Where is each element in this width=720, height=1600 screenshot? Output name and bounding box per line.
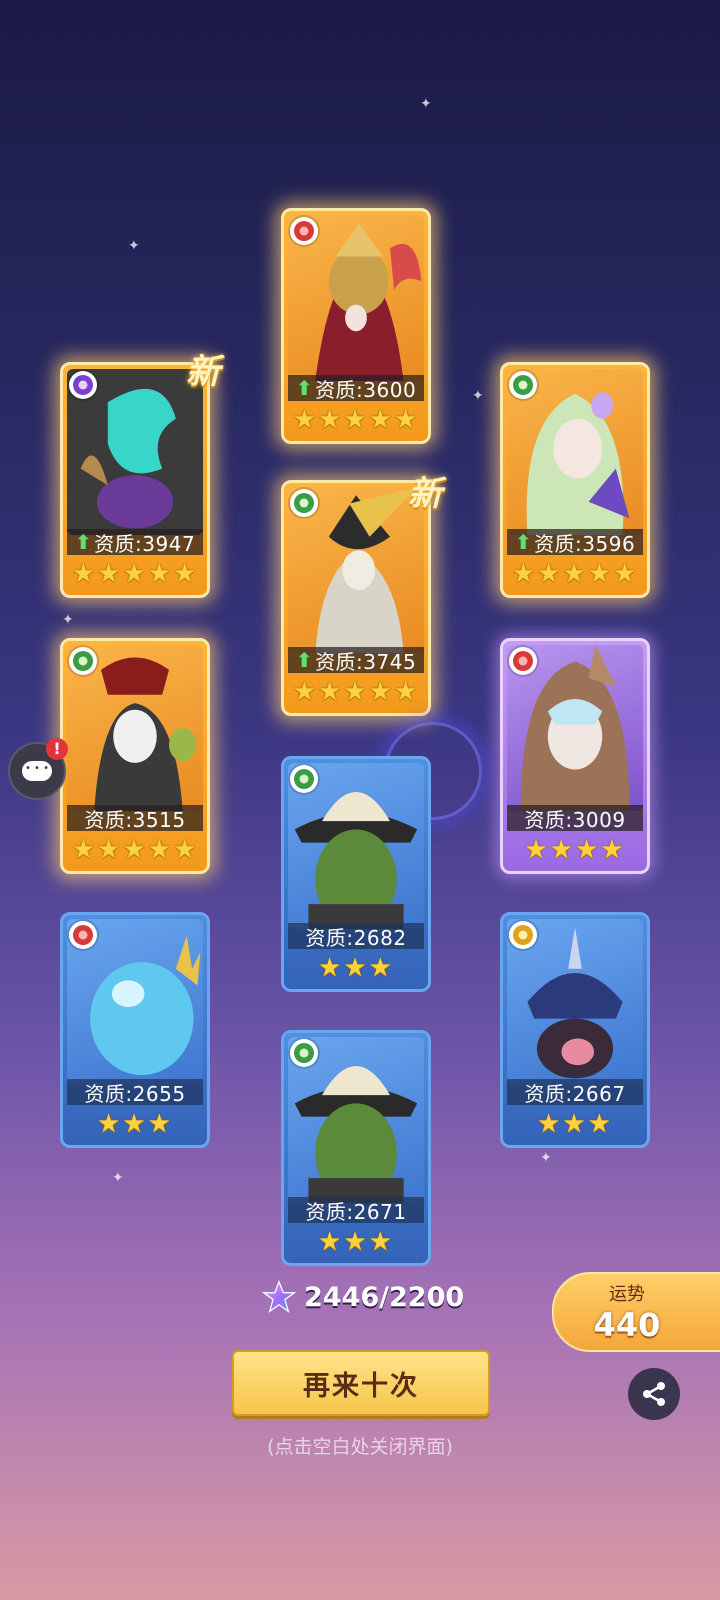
new-tag: 新	[408, 474, 442, 514]
upgrade-arrow-icon: ⬆	[514, 530, 533, 554]
sparkle-icon: ✦	[62, 612, 74, 628]
star-rating: ★★★★★	[71, 559, 199, 589]
fortune-panel[interactable]: 运势 440	[552, 1272, 720, 1352]
sparkle-icon: ✦	[472, 388, 484, 404]
fire-element-icon	[290, 217, 318, 245]
quality-label: 资质:3515	[67, 805, 203, 832]
nature-element-icon	[290, 489, 318, 517]
star-rating: ★★★	[318, 1227, 394, 1257]
hero-card-10[interactable]: 资质:2671 ★★★	[281, 1030, 431, 1266]
star-rating: ★★★	[537, 1109, 613, 1139]
sparkle-icon: ✦	[420, 96, 432, 112]
star-rating: ★★★	[318, 953, 394, 983]
quality-label: 资质:2671	[288, 1197, 424, 1224]
quality-label: ⬆ 资质:3947	[67, 529, 203, 556]
star-rating: ★★★★★	[292, 677, 420, 707]
sparkle-icon: ✦	[540, 1150, 552, 1166]
star-rating: ★★★★	[524, 835, 626, 865]
fire-element-icon	[69, 921, 97, 949]
upgrade-arrow-icon: ⬆	[74, 530, 93, 554]
new-tag: 新	[186, 352, 220, 392]
quality-label: 资质:2655	[67, 1079, 203, 1106]
hero-card-1[interactable]: ⬆ 资质:3600 ★★★★★	[281, 208, 431, 444]
star-rating: ★★★★★	[511, 559, 639, 589]
share-button[interactable]	[628, 1368, 680, 1420]
quality-label: 资质:2667	[507, 1079, 643, 1106]
fire-element-icon	[509, 647, 537, 675]
summon-ten-again-button[interactable]: 再来十次	[232, 1350, 490, 1416]
hero-card-6[interactable]: 资质:3009 ★★★★	[500, 638, 650, 874]
quality-label: ⬆ 资质:3745	[288, 647, 424, 674]
purple-star-gem-icon	[262, 1280, 296, 1314]
hero-card-4[interactable]: ⬆ 资质:3596 ★★★★★	[500, 362, 650, 598]
quality-label: ⬆ 资质:3596	[507, 529, 643, 556]
share-icon	[643, 1382, 665, 1406]
star-rating: ★★★★★	[292, 405, 420, 435]
upgrade-arrow-icon: ⬆	[295, 376, 314, 400]
star-rating: ★★★★★	[71, 835, 199, 865]
hero-card-7[interactable]: 资质:2682 ★★★	[281, 756, 431, 992]
hero-card-8[interactable]: 资质:2655 ★★★	[60, 912, 210, 1148]
fortune-label: 运势	[609, 1284, 645, 1305]
sparkle-icon: ✦	[112, 1170, 124, 1186]
quality-label: 资质:3009	[507, 805, 643, 832]
nature-element-icon	[290, 765, 318, 793]
chat-button[interactable]: !	[8, 738, 68, 800]
nature-element-icon	[509, 371, 537, 399]
void-element-icon	[69, 371, 97, 399]
nature-element-icon	[290, 1039, 318, 1067]
quality-label: ⬆ 资质:3600	[288, 375, 424, 402]
summon-cost: 2446/2200	[262, 1280, 464, 1314]
hero-card-2[interactable]: ⬆ 资质:3947 ★★★★★	[60, 362, 210, 598]
quality-label: 资质:2682	[288, 923, 424, 950]
hero-card-5[interactable]: 资质:3515 ★★★★★	[60, 638, 210, 874]
notification-badge: !	[46, 738, 68, 760]
nature-element-icon	[69, 647, 97, 675]
hero-card-3[interactable]: ⬆ 资质:3745 ★★★★★	[281, 480, 431, 716]
cost-text: 2446/2200	[304, 1281, 465, 1313]
earth-element-icon	[509, 921, 537, 949]
hero-card-9[interactable]: 资质:2667 ★★★	[500, 912, 650, 1148]
close-hint: (点击空白处关闭界面)	[267, 1436, 453, 1458]
sparkle-icon: ✦	[128, 238, 140, 254]
fortune-value: 440	[593, 1306, 661, 1344]
upgrade-arrow-icon: ⬆	[295, 648, 314, 672]
chat-bubble-icon	[22, 761, 52, 781]
star-rating: ★★★	[97, 1109, 173, 1139]
